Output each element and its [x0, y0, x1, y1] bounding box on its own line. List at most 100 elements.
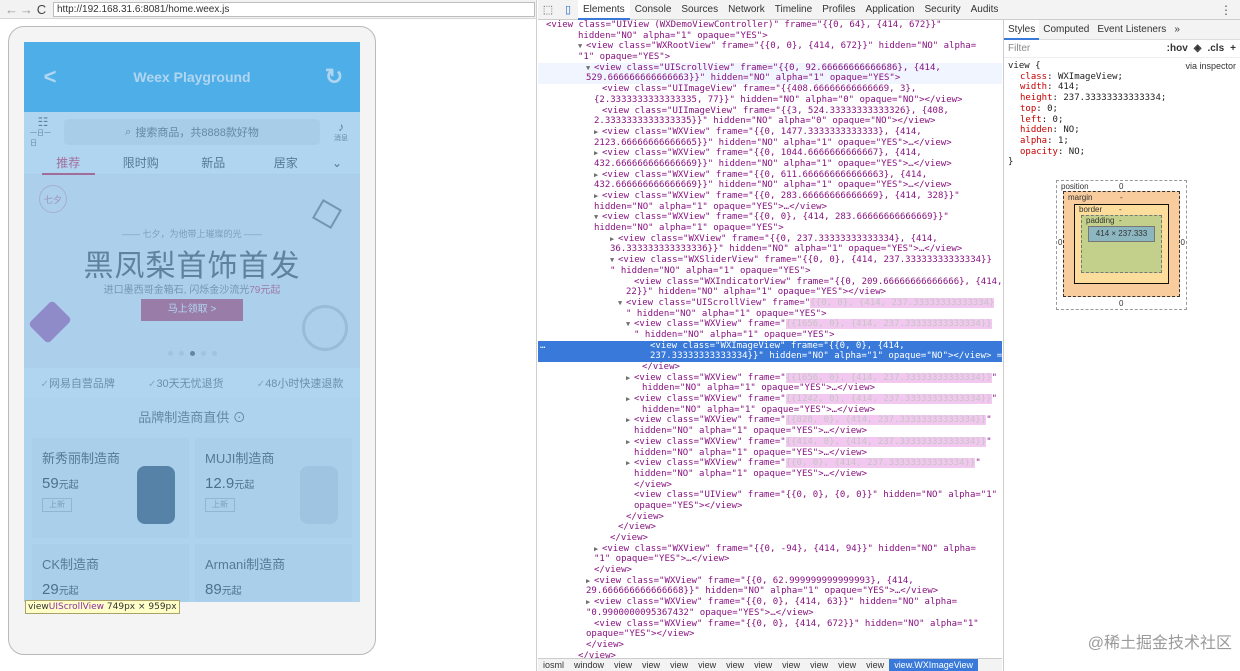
dom-node-line[interactable]: hidden="NO" alpha="1" opaque="YES">…</vi… [538, 405, 1002, 416]
expand-triangle-icon[interactable]: ▶ [586, 576, 594, 587]
dom-node-line[interactable]: 22}}" hidden="NO" alpha="1" opaque="YES"… [538, 287, 1002, 298]
breadcrumb-item[interactable]: view [777, 659, 805, 671]
dom-node-line[interactable]: " hidden="NO" alpha="1" opaque="YES"> [538, 309, 1002, 320]
dom-node-line[interactable]: hidden="NO" alpha="1" opaque="YES"> [538, 31, 1002, 42]
dom-node-line[interactable]: </view> [538, 512, 1002, 523]
tab-security[interactable]: Security [919, 0, 965, 20]
expand-triangle-icon[interactable]: ▶ [626, 458, 634, 469]
bm-content-box[interactable]: 414 × 237.333 [1088, 226, 1155, 242]
dom-node-line[interactable]: hidden="NO" alpha="1" opaque="YES">…</vi… [538, 448, 1002, 459]
expand-triangle-icon[interactable]: ▶ [610, 234, 618, 245]
dom-node-line[interactable]: 529.666666666666663}}" hidden="NO" alpha… [538, 73, 1002, 85]
elements-tree[interactable]: <view class="UIView (WXDemoViewControlle… [538, 20, 1002, 658]
banner-cta-button[interactable]: 马上领取 > [141, 299, 243, 321]
dom-node-line[interactable]: " hidden="NO" alpha="1" opaque="YES"> [538, 266, 1002, 277]
dom-node-line[interactable]: </view> [538, 522, 1002, 533]
expand-triangle-icon[interactable]: ▼ [586, 63, 594, 74]
dom-node-line[interactable]: ▶ <view class="WXView" frame="{{0, 62.999… [538, 576, 1002, 587]
hover-state-toggle[interactable]: :hov [1167, 43, 1188, 54]
expand-triangle-icon[interactable]: ▼ [626, 319, 634, 330]
dom-node-line[interactable]: ▶ <view class="WXView" frame="{{0, 0}, {4… [538, 458, 1002, 469]
expand-triangle-icon[interactable]: ▶ [626, 394, 634, 405]
expand-triangle-icon[interactable]: ▶ [626, 415, 634, 426]
filter-input[interactable]: Filter [1008, 43, 1030, 54]
daily-shortcut[interactable]: ☷ 一日一日 [30, 116, 56, 148]
tab-home[interactable]: 居家 [250, 152, 323, 175]
breadcrumb-item[interactable]: view [861, 659, 889, 671]
property-name[interactable]: width [1020, 82, 1047, 92]
breadcrumb-item[interactable]: iosml [538, 659, 569, 671]
expand-triangle-icon[interactable]: ▶ [626, 373, 634, 384]
class-toggle[interactable]: .cls [1207, 43, 1224, 54]
dom-node-line[interactable]: </view> [538, 565, 1002, 576]
dom-node-line[interactable]: 432.666666666666669}}" hidden="NO" alpha… [538, 180, 1002, 191]
brand-section-title[interactable]: 品牌制造商直供 ⊙ [24, 398, 360, 438]
breadcrumb-item[interactable]: view [665, 659, 693, 671]
indicator-dot[interactable] [211, 351, 217, 356]
tab-elements[interactable]: Elements [578, 0, 630, 20]
tab-new[interactable]: 新品 [177, 152, 250, 175]
breadcrumb-item[interactable]: window [569, 659, 609, 671]
dom-node-line[interactable]: ▼ <view class="UIScrollView" frame="{{0, … [538, 297, 1002, 309]
dom-node-line[interactable]: {2.3333333333333335, 77}}" hidden="NO" a… [538, 95, 1002, 106]
dom-node-line[interactable]: <view class="UIView (WXDemoViewControlle… [538, 20, 1002, 31]
dom-node-line[interactable]: ▶ <view class="WXView" frame="{{0, 1477.3… [538, 127, 1002, 138]
chevron-right-icon[interactable]: » [1170, 20, 1184, 40]
dom-node-line[interactable]: 36.333333333333336}}" hidden="NO" alpha=… [538, 244, 1002, 255]
device-toolbar-icon[interactable]: ▯ [558, 1, 578, 19]
style-property[interactable]: alpha: 1; [1008, 136, 1236, 147]
style-property[interactable]: top: 0; [1008, 104, 1236, 115]
dom-node-line[interactable]: ▶ <view class="WXView" frame="{{1242, 0},… [538, 394, 1002, 405]
expand-triangle-icon[interactable]: ▼ [618, 298, 626, 309]
dom-node-line[interactable]: ▼ <view class="WXView" frame="{{0, 0}, {4… [538, 212, 1002, 223]
dom-node-line[interactable]: ▶ <view class="WXView" frame="{{828, 0}, … [538, 415, 1002, 426]
dom-node-line[interactable]: hidden="NO" alpha="1" opaque="YES">…</vi… [538, 202, 1002, 213]
tab-flash-sale[interactable]: 限时购 [105, 152, 178, 175]
dom-node-line[interactable]: opaque="YES"></view> [538, 629, 1002, 640]
dom-node-line[interactable]: 432.666666666666669}}" hidden="NO" alpha… [538, 159, 1002, 170]
style-property[interactable]: width: 414; [1008, 82, 1236, 93]
dom-node-selected[interactable]: <view class="WXImageView" frame="{{0, 0}… [538, 340, 1002, 352]
property-name[interactable]: alpha [1020, 136, 1047, 146]
dom-node-line[interactable]: <view class="UIView" frame="{{0, 0}, {0,… [538, 490, 1002, 501]
breadcrumb-item[interactable]: view [833, 659, 861, 671]
search-input[interactable]: ⌕ 搜索商品，共8888款好物 [64, 119, 320, 145]
tab-timeline[interactable]: Timeline [770, 0, 817, 20]
dom-node-line[interactable]: 29.666666666666668}}" hidden="NO" alpha=… [538, 586, 1002, 597]
tab-console[interactable]: Console [630, 0, 677, 20]
brand-card[interactable]: CK制造商 29元起 [32, 544, 189, 602]
property-name[interactable]: top [1020, 104, 1036, 114]
property-value[interactable]: WXImageView; [1058, 72, 1123, 82]
property-name[interactable]: hidden [1020, 125, 1053, 135]
dom-node-line[interactable]: hidden="NO" alpha="1" opaque="YES">…</vi… [538, 383, 1002, 394]
expand-triangle-icon[interactable]: ▼ [594, 212, 602, 223]
dom-node-line[interactable]: </view> [538, 640, 1002, 651]
chevron-down-icon[interactable]: ⌄ [322, 152, 352, 175]
expand-triangle-icon[interactable]: ▶ [586, 597, 594, 608]
property-value[interactable]: NO; [1069, 147, 1085, 157]
tab-profiles[interactable]: Profiles [817, 0, 860, 20]
dom-node-line[interactable]: ▼ <view class="WXSliderView" frame="{{0, … [538, 255, 1002, 266]
breadcrumb-item[interactable]: view [805, 659, 833, 671]
tab-application[interactable]: Application [861, 0, 920, 20]
style-property[interactable]: hidden: NO; [1008, 125, 1236, 136]
indicator-dot[interactable] [167, 351, 173, 356]
tab-recommend[interactable]: 推荐 [32, 152, 105, 175]
property-value[interactable]: 0; [1053, 115, 1064, 125]
more-options-icon[interactable]: ⋮ [1220, 3, 1240, 17]
expand-triangle-icon[interactable]: ▶ [594, 191, 602, 202]
rule-source[interactable]: via inspector [1185, 61, 1236, 72]
dom-node-line[interactable]: "0.9900000095367432" opaque="YES">…</vie… [538, 608, 1002, 619]
dom-node-line[interactable]: </view> [538, 651, 1002, 658]
breadcrumb-item[interactable]: view [637, 659, 665, 671]
tab-computed[interactable]: Computed [1039, 20, 1093, 40]
dom-node-line[interactable]: </view> [538, 362, 1002, 373]
property-name[interactable]: opacity [1020, 147, 1058, 157]
dom-node-line[interactable]: 2.3333333333333335}}" hidden="NO" alpha=… [538, 116, 1002, 127]
brand-card[interactable]: MUJI制造商 12.9元起 上新 [195, 438, 352, 538]
breadcrumb-item[interactable]: view [693, 659, 721, 671]
dom-node-line[interactable]: ▼ <view class="WXView" frame="{{1656, 0},… [538, 319, 1002, 330]
brand-card[interactable]: Armani制造商 89元起 [195, 544, 352, 602]
add-rule-icon[interactable]: + [1230, 43, 1236, 54]
url-input[interactable]: http://192.168.31.6:8081/home.weex.js [53, 1, 535, 17]
